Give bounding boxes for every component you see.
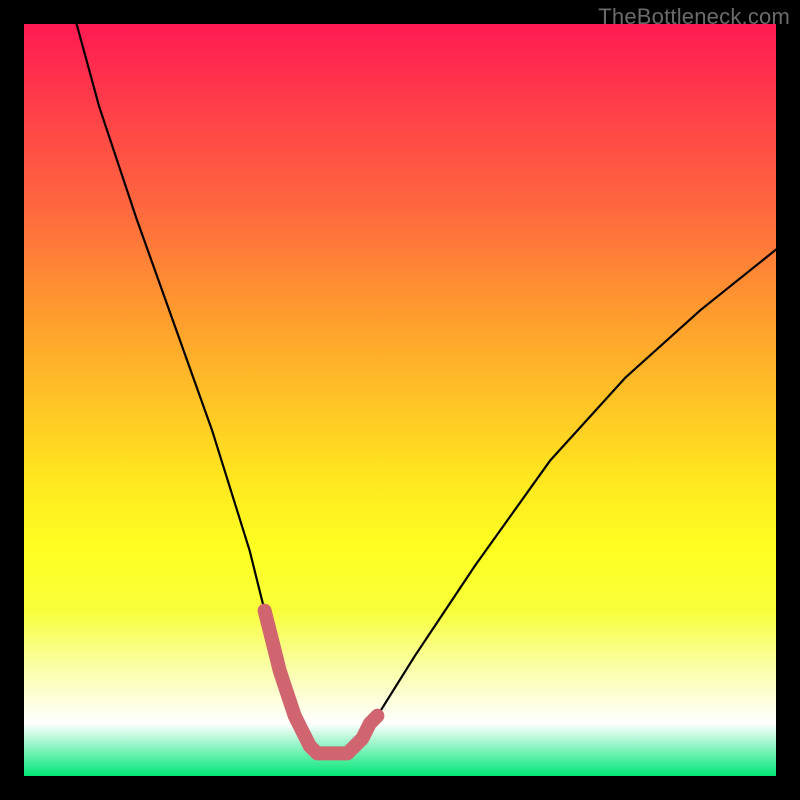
- plot-area: [24, 24, 776, 776]
- highlight-band: [265, 611, 378, 754]
- chart-stage: TheBottleneck.com: [0, 0, 800, 800]
- curve-layer: [24, 24, 776, 776]
- bottleneck-curve: [77, 24, 776, 753]
